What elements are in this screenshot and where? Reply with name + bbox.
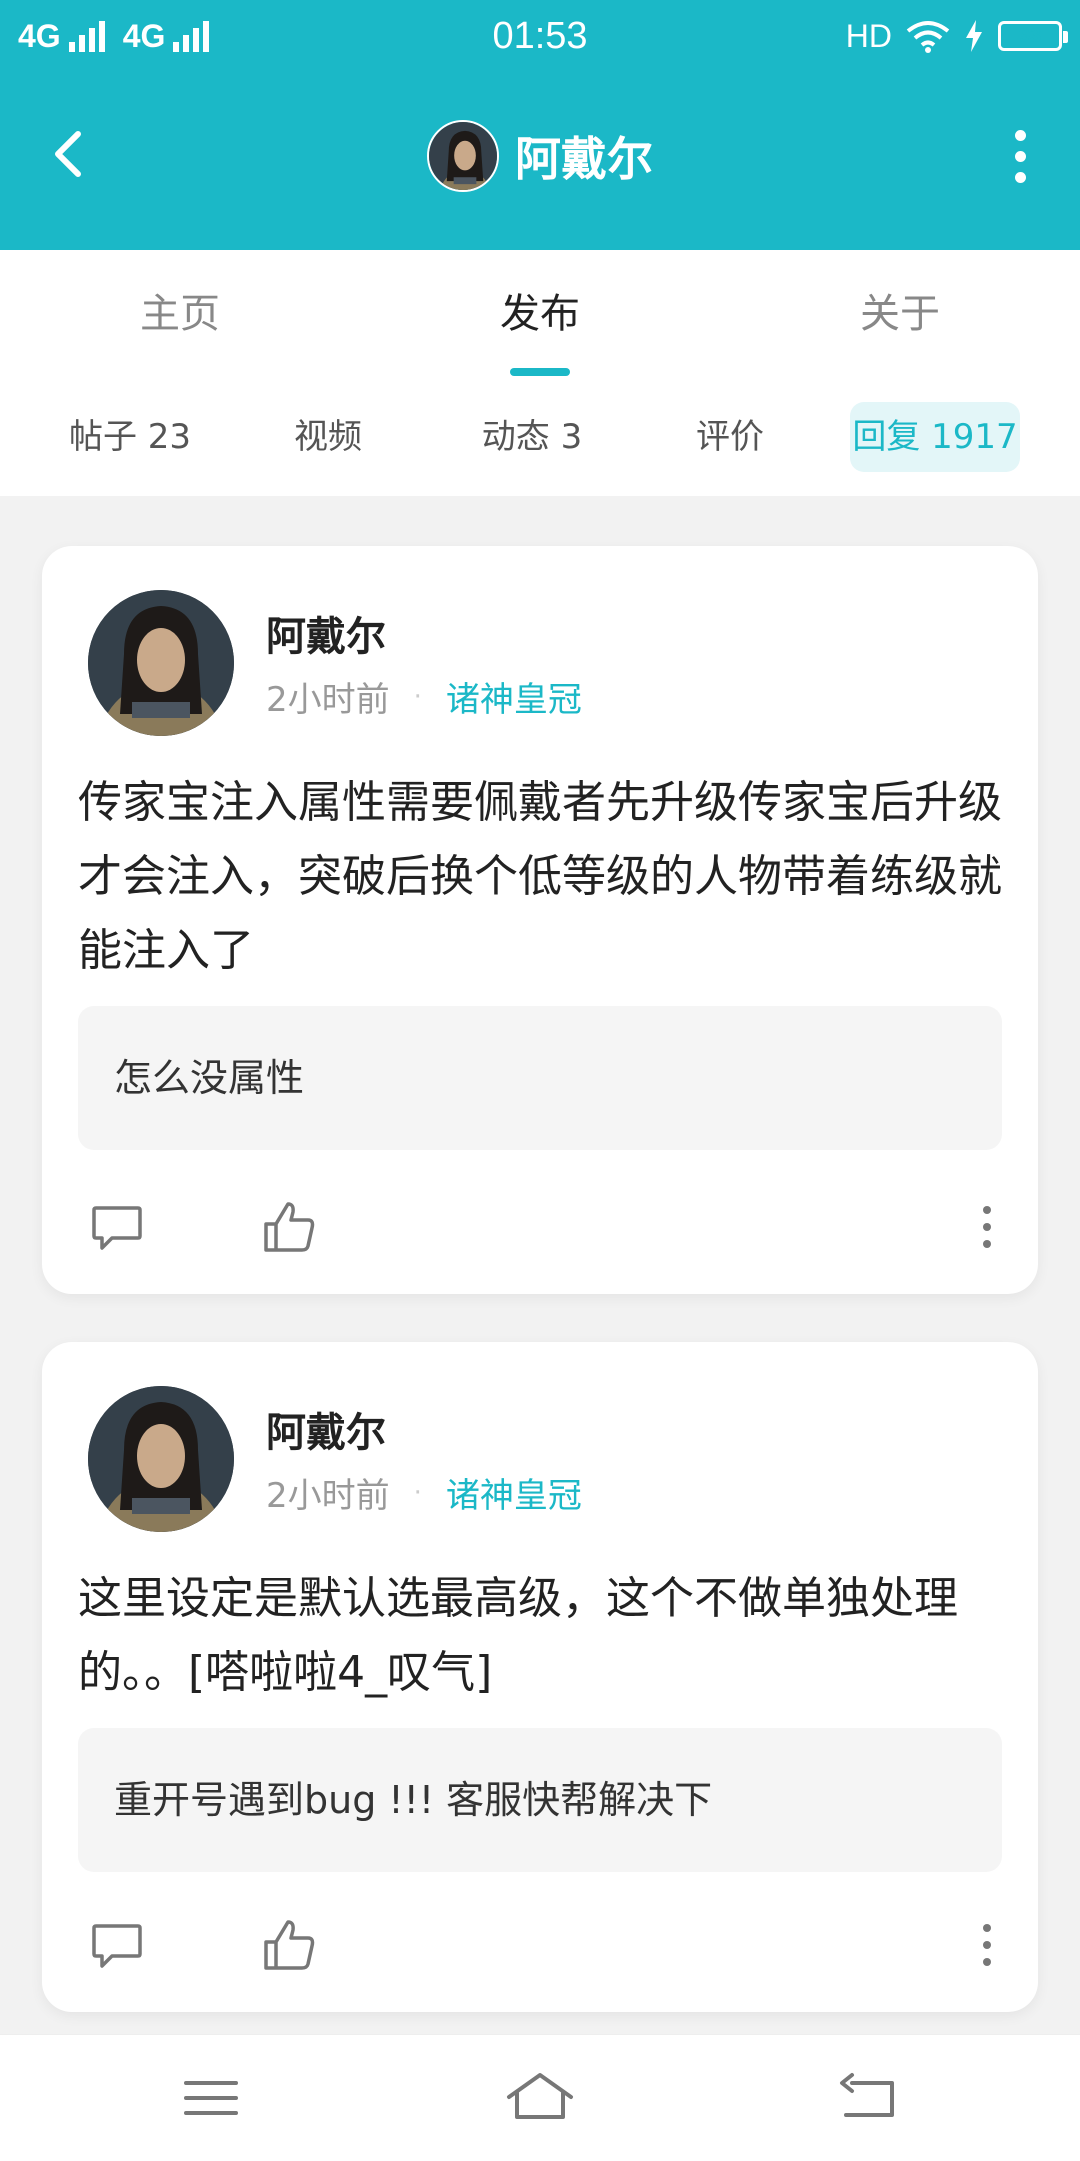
active-tab-indicator (510, 368, 570, 376)
more-dot (983, 1240, 991, 1248)
wifi-icon (906, 21, 950, 53)
more-vertical-icon (983, 1924, 991, 1932)
author-name[interactable]: 阿戴尔 (266, 604, 386, 662)
like-icon[interactable] (260, 1198, 318, 1256)
avatar[interactable] (88, 590, 234, 736)
status-bar: 4G 4G 01:53 HD 93 (0, 0, 1080, 72)
game-link[interactable]: 诸神皇冠 (446, 672, 582, 721)
post-time: 2小时前 (266, 1476, 390, 1516)
primary-tabs: 主页 发布 关于 (0, 250, 1080, 380)
more-dot (983, 1223, 991, 1231)
charging-icon (966, 20, 982, 52)
more-dot (1014, 150, 1026, 162)
comment-icon[interactable] (88, 1198, 146, 1256)
more-vertical-icon (1014, 129, 1026, 141)
battery-level: 93 (1018, 25, 1042, 47)
subtab-moments[interactable]: 动态 3 (470, 402, 594, 472)
like-icon[interactable] (260, 1916, 318, 1974)
author-name[interactable]: 阿戴尔 (266, 1400, 386, 1458)
avatar (427, 120, 499, 192)
more-button[interactable] (1000, 120, 1040, 192)
tab-posts[interactable]: 发布 (440, 250, 640, 378)
subtab-threads[interactable]: 帖子 23 (60, 402, 200, 472)
post-time: 2小时前 (266, 680, 390, 720)
meta-separator: · (413, 1477, 422, 1508)
battery-icon: 93 (998, 21, 1068, 51)
profile-title-group[interactable]: 阿戴尔 (0, 120, 1080, 192)
post-actions (42, 1916, 1038, 1996)
more-vertical-icon (983, 1206, 991, 1214)
quoted-comment[interactable]: 怎么没属性 (78, 1006, 1002, 1150)
quoted-comment[interactable]: 重开号遇到bug !!! 客服快帮解决下 (78, 1728, 1002, 1872)
post-more-button[interactable] (972, 1198, 1002, 1256)
back-nav-icon[interactable] (834, 2067, 904, 2129)
avatar[interactable] (88, 1386, 234, 1532)
game-link[interactable]: 诸神皇冠 (446, 1468, 582, 1517)
more-dot (983, 1958, 991, 1966)
home-icon[interactable] (505, 2067, 575, 2129)
hd-indicator: HD (845, 17, 892, 54)
post-actions (42, 1198, 1038, 1278)
subtab-replies[interactable]: 回复 1917 (850, 402, 1020, 472)
menu-icon[interactable] (176, 2067, 246, 2129)
post-content[interactable]: 这里设定是默认选最高级，这个不做单独处理的。。[嗒啦啦4_叹气] (78, 1562, 1002, 1710)
tab-home[interactable]: 主页 (80, 250, 280, 378)
tab-about[interactable]: 关于 (800, 250, 1000, 378)
subtab-videos[interactable]: 视频 (268, 402, 388, 472)
system-nav-bar (0, 2034, 1080, 2161)
post-more-button[interactable] (972, 1916, 1002, 1974)
meta-separator: · (413, 681, 422, 712)
subtab-reviews[interactable]: 评价 (670, 402, 790, 472)
post-card[interactable]: 阿戴尔 2小时前 · 诸神皇冠 传家宝注入属性需要佩戴者先升级传家宝后升级才会注… (42, 546, 1038, 1294)
more-dot (1014, 171, 1026, 183)
post-content[interactable]: 传家宝注入属性需要佩戴者先升级传家宝后升级才会注入，突破后换个低等级的人物带着练… (78, 766, 1002, 988)
sub-tabs: 帖子 23 视频 动态 3 评价 回复 1917 (0, 378, 1080, 496)
status-icons: HD 93 (845, 12, 1068, 60)
post-meta: 2小时前 · 诸神皇冠 (266, 672, 582, 721)
app-header: 阿戴尔 (0, 72, 1080, 250)
post-meta: 2小时前 · 诸神皇冠 (266, 1468, 582, 1517)
page-title: 阿戴尔 (515, 132, 653, 186)
comment-icon[interactable] (88, 1916, 146, 1974)
more-dot (983, 1941, 991, 1949)
post-card[interactable]: 阿戴尔 2小时前 · 诸神皇冠 这里设定是默认选最高级，这个不做单独处理的。。[… (42, 1342, 1038, 2012)
